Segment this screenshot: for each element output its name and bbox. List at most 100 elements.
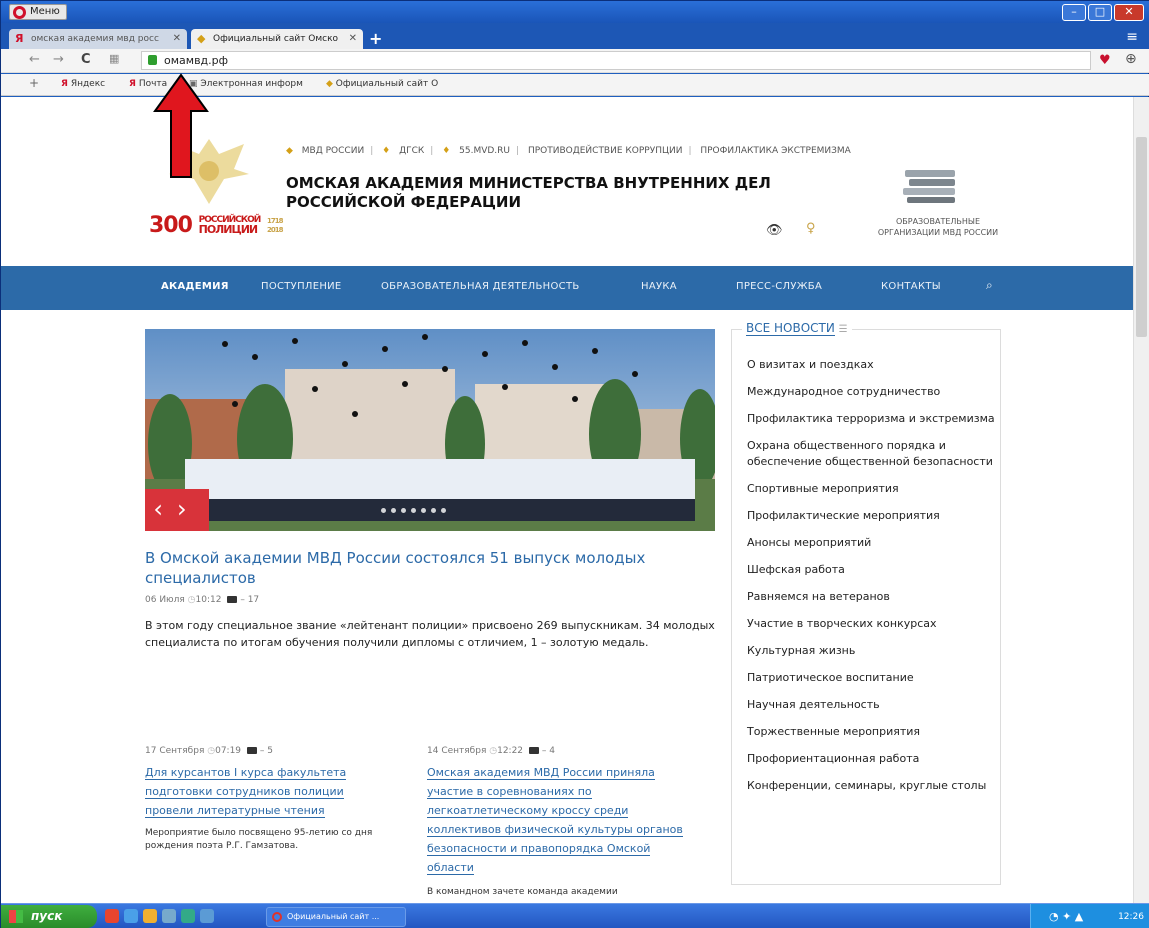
tab-official-site[interactable]: ◆ Официальный сайт Омско ✕ bbox=[191, 29, 363, 49]
link-mvd-russia[interactable]: МВД РОССИИ bbox=[302, 146, 364, 156]
category-link[interactable]: Культурная жизнь bbox=[747, 643, 997, 659]
add-bookmark-icon[interactable]: + bbox=[29, 76, 39, 90]
slider-prev-button[interactable]: ‹ bbox=[153, 495, 177, 523]
slider-next-button[interactable]: › bbox=[177, 495, 201, 523]
yandex-icon: Я bbox=[129, 79, 136, 89]
yandex-icon: Я bbox=[61, 79, 68, 89]
tab-strip: Я омская академия мвд росс ✕ ◆ Официальн… bbox=[1, 23, 1149, 49]
headline-title[interactable]: В Омской академии МВД России состоялся 5… bbox=[145, 548, 725, 588]
tab-menu-icon[interactable]: ≡ bbox=[1126, 29, 1138, 45]
speed-dial-icon[interactable]: ▦ bbox=[109, 52, 119, 65]
edu-organizations-link[interactable]: ОБРАЗОВАТЕЛЬНЫЕ ОРГАНИЗАЦИИ МВД РОССИИ bbox=[873, 216, 1003, 238]
category-link[interactable]: Профилактические мероприятия bbox=[747, 508, 997, 524]
tab-close-icon[interactable]: ✕ bbox=[349, 29, 357, 49]
tray-icons[interactable]: ◔ ✦ ▲ bbox=[1049, 910, 1083, 923]
close-button[interactable]: ✕ bbox=[1114, 4, 1144, 21]
slider-dot[interactable] bbox=[431, 508, 436, 513]
browser-icon[interactable] bbox=[162, 909, 176, 923]
headline-meta: 06 Июля ◷10:12 – 17 bbox=[145, 595, 260, 605]
forward-icon[interactable]: → bbox=[53, 52, 64, 67]
category-link[interactable]: Научная деятельность bbox=[747, 697, 997, 713]
download-icon[interactable]: ⊕ bbox=[1125, 51, 1137, 67]
slider-dot[interactable] bbox=[381, 508, 386, 513]
category-link[interactable]: Охрана общественного порядка и обеспечен… bbox=[747, 438, 997, 470]
link-anticorruption[interactable]: ПРОТИВОДЕЙСТВИЕ КОРРУПЦИИ bbox=[528, 146, 683, 156]
link-extremism[interactable]: ПРОФИЛАКТИКА ЭКСТРЕМИЗМА bbox=[700, 146, 850, 156]
category-link[interactable]: Международное сотрудничество bbox=[747, 384, 997, 400]
link-dgsk[interactable]: ДГСК bbox=[399, 146, 424, 156]
category-link[interactable]: Шефская работа bbox=[747, 562, 997, 578]
police-eagle-icon: ◆ bbox=[326, 79, 333, 89]
category-link[interactable]: Анонсы мероприятий bbox=[747, 535, 997, 551]
nav-admission[interactable]: ПОСТУПЛЕНИЕ bbox=[261, 281, 342, 292]
category-link[interactable]: Участие в творческих конкурсах bbox=[747, 616, 997, 632]
all-news-link[interactable]: ВСЕ НОВОСТИ bbox=[746, 321, 835, 336]
new-tab-button[interactable]: + bbox=[369, 29, 382, 48]
slider-dot[interactable] bbox=[441, 508, 446, 513]
headline-text: В этом году специальное звание «лейтенан… bbox=[145, 619, 715, 649]
category-link[interactable]: Торжественные мероприятия bbox=[747, 724, 997, 740]
books-icon[interactable] bbox=[901, 164, 961, 204]
link-55-mvd[interactable]: 55.MVD.RU bbox=[459, 146, 510, 156]
bookmark-yandex[interactable]: Я Яндекс bbox=[61, 79, 105, 89]
page-scrollbar[interactable] bbox=[1133, 97, 1149, 903]
slider-dot[interactable] bbox=[391, 508, 396, 513]
reload-icon[interactable]: C bbox=[81, 52, 91, 67]
scrollbar-thumb[interactable] bbox=[1136, 137, 1147, 337]
browser-menu-button[interactable]: Меню bbox=[9, 4, 67, 20]
back-icon[interactable]: ← bbox=[29, 52, 40, 67]
app-icon[interactable] bbox=[200, 909, 214, 923]
media-icon[interactable] bbox=[143, 909, 157, 923]
browser-window: Меню – □ ✕ Я омская академия мвд росс ✕ … bbox=[0, 0, 1149, 928]
news-meta: 17 Сентября ◷07:19 – 5 bbox=[145, 746, 273, 756]
slider-dot[interactable] bbox=[411, 508, 416, 513]
nav-contacts[interactable]: КОНТАКТЫ bbox=[881, 281, 941, 292]
start-button[interactable]: пуск bbox=[1, 905, 97, 928]
red-arrow-annotation bbox=[153, 73, 209, 178]
system-tray: ◔ ✦ ▲ 12:26 bbox=[1030, 904, 1149, 928]
maximize-button[interactable]: □ bbox=[1088, 4, 1112, 21]
category-link[interactable]: Спортивные мероприятия bbox=[747, 481, 997, 497]
category-link[interactable]: О визитах и поездках bbox=[747, 357, 997, 373]
tab-yandex-search[interactable]: Я омская академия мвд росс ✕ bbox=[9, 29, 187, 49]
nav-press[interactable]: ПРЕСС-СЛУЖБА bbox=[736, 281, 822, 292]
top-links: ◆ МВД РОССИИ | ♦ ДГСК | ♦ 55.MVD.RU | ПРОТИ… bbox=[286, 146, 851, 156]
heart-icon[interactable]: ♥ bbox=[1099, 53, 1111, 68]
news-meta: 14 Сентября ◷12:22 – 4 bbox=[427, 746, 555, 756]
ie-icon[interactable] bbox=[181, 909, 195, 923]
nav-academy[interactable]: АКАДЕМИЯ bbox=[161, 281, 229, 292]
eye-icon[interactable]: 👁 bbox=[766, 223, 783, 238]
category-link[interactable]: Профориентационная работа bbox=[747, 751, 997, 767]
clock: 12:26 bbox=[1118, 912, 1144, 922]
clock-icon: ◷ bbox=[187, 595, 196, 605]
tab-close-icon[interactable]: ✕ bbox=[173, 29, 181, 49]
main-navigation: АКАДЕМИЯ ПОСТУПЛЕНИЕ ОБРАЗОВАТЕЛЬНАЯ ДЕЯ… bbox=[1, 266, 1133, 310]
police-eagle-icon: ◆ bbox=[197, 32, 206, 45]
regional-icon: ♦ bbox=[442, 146, 451, 156]
category-link[interactable]: Конференции, семинары, круглые столы bbox=[747, 778, 997, 794]
nav-science[interactable]: НАУКА bbox=[641, 281, 677, 292]
opera-quicklaunch-icon[interactable] bbox=[105, 909, 119, 923]
slider-dot[interactable] bbox=[401, 508, 406, 513]
news-title-link[interactable]: Омская академия МВД России приняла участ… bbox=[427, 763, 692, 877]
slider-dot[interactable] bbox=[421, 508, 426, 513]
minimize-button[interactable]: – bbox=[1062, 4, 1086, 21]
accessibility-icon[interactable]: ♀ bbox=[806, 221, 816, 236]
nav-education[interactable]: ОБРАЗОВАТЕЛЬНАЯ ДЕЯТЕЛЬНОСТЬ bbox=[381, 281, 580, 292]
news-slider-image[interactable] bbox=[145, 329, 715, 531]
bookmark-official-site[interactable]: ◆ Официальный сайт О bbox=[326, 79, 438, 89]
desktop-icon[interactable] bbox=[124, 909, 138, 923]
category-link[interactable]: Патриотическое воспитание bbox=[747, 670, 997, 686]
search-icon[interactable]: ⌕ bbox=[986, 278, 993, 293]
yandex-icon: Я bbox=[15, 32, 24, 45]
taskbar-task-browser[interactable]: Официальный сайт ... bbox=[266, 907, 406, 927]
camera-icon bbox=[528, 747, 539, 754]
rss-icon[interactable]: ☰ bbox=[839, 324, 848, 335]
category-link[interactable]: Равняемся на ветеранов bbox=[747, 589, 997, 605]
category-link[interactable]: Профилактика терроризма и экстремизма bbox=[747, 411, 997, 427]
camera-icon bbox=[246, 747, 257, 754]
news-text: Мероприятие было посвящено 95-летию со д… bbox=[145, 828, 373, 851]
news-title-link[interactable]: Для курсантов I курса факультета подгото… bbox=[145, 763, 375, 820]
address-bar[interactable]: омамвд.рф bbox=[141, 51, 1091, 70]
opera-icon bbox=[272, 912, 282, 922]
